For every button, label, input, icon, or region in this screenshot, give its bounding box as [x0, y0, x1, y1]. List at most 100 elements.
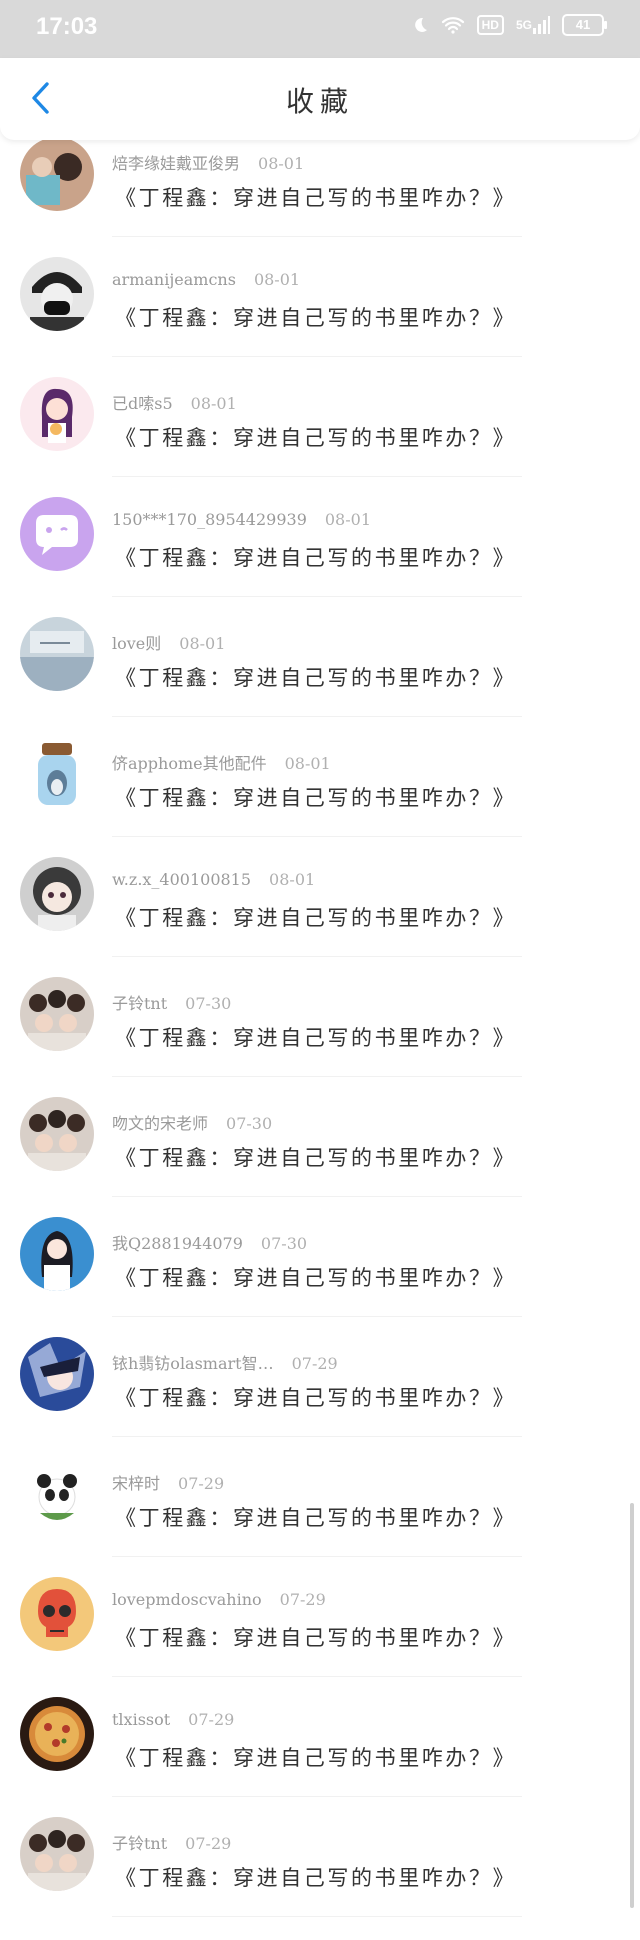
list-item[interactable]: tlxissot 07-29 《丁程鑫：穿进自己写的书里咋办？》	[0, 1697, 640, 1820]
item-meta: love则 08-01	[112, 630, 225, 654]
battery-indicator: 41	[562, 14, 607, 36]
list-item[interactable]: 我Q2881944079 07-30 《丁程鑫：穿进自己写的书里咋办？》	[0, 1217, 640, 1340]
list-item[interactable]: 子铃tnt 07-29 《丁程鑫：穿进自己写的书里咋办？》	[0, 1817, 640, 1940]
favorite-title[interactable]: 《丁程鑫：穿进自己写的书里咋办？》	[115, 1022, 516, 1052]
favorite-title[interactable]: 《丁程鑫：穿进自己写的书里咋办？》	[115, 1502, 516, 1532]
divider	[112, 1916, 522, 1917]
avatar[interactable]	[20, 737, 94, 811]
favorite-title[interactable]: 《丁程鑫：穿进自己写的书里咋办？》	[115, 302, 516, 332]
avatar[interactable]	[20, 1817, 94, 1891]
divider	[112, 836, 522, 837]
favorite-title[interactable]: 《丁程鑫：穿进自己写的书里咋办？》	[115, 542, 516, 572]
item-meta: 子铃tnt 07-30	[112, 990, 231, 1014]
moon-icon	[411, 16, 429, 34]
wifi-icon	[441, 16, 465, 34]
date: 07-30	[226, 1114, 273, 1133]
date: 08-01	[190, 394, 237, 413]
date: 08-01	[179, 634, 226, 653]
favorite-title[interactable]: 《丁程鑫：穿进自己写的书里咋办？》	[115, 662, 516, 692]
list-item[interactable]: armanijeamcns 08-01 《丁程鑫：穿进自己写的书里咋办？》	[0, 257, 640, 380]
favorite-title[interactable]: 《丁程鑫：穿进自己写的书里咋办？》	[115, 422, 516, 452]
username[interactable]: 子铃tnt	[112, 1834, 167, 1853]
avatar[interactable]	[20, 257, 94, 331]
divider	[112, 1076, 522, 1077]
username[interactable]: 宋梓时	[112, 1474, 160, 1493]
username[interactable]: 已d嗦s5	[112, 394, 173, 413]
date: 07-29	[185, 1834, 232, 1853]
avatar[interactable]	[20, 1577, 94, 1651]
date: 07-30	[260, 1234, 308, 1253]
item-meta: 已d嗦s5 08-01	[112, 390, 237, 414]
divider	[112, 1556, 522, 1557]
avatar[interactable]	[20, 137, 94, 211]
avatar[interactable]	[20, 617, 94, 691]
item-meta: 150***170_8954429939 08-01	[112, 510, 371, 529]
item-meta: armanijeamcns 08-01	[112, 270, 300, 289]
scrollbar[interactable]	[630, 1503, 634, 1908]
favorite-title[interactable]: 《丁程鑫：穿进自己写的书里咋办？》	[115, 782, 516, 812]
list-item[interactable]: 子铃tnt 07-30 《丁程鑫：穿进自己写的书里咋办？》	[0, 977, 640, 1100]
list-item[interactable]: love则 08-01 《丁程鑫：穿进自己写的书里咋办？》	[0, 617, 640, 740]
divider	[112, 476, 522, 477]
username[interactable]: 侪apphome其他配件	[112, 754, 267, 773]
username[interactable]: w.z.x_400100815	[112, 870, 251, 889]
hd-badge: HD	[476, 15, 504, 35]
favorite-title[interactable]: 《丁程鑫：穿进自己写的书里咋办？》	[115, 1142, 516, 1172]
list-item[interactable]: 宋梓时 07-29 《丁程鑫：穿进自己写的书里咋办？》	[0, 1457, 640, 1580]
favorite-title[interactable]: 《丁程鑫：穿进自己写的书里咋办？》	[115, 902, 516, 932]
username[interactable]: lovepmdoscvahino	[112, 1590, 262, 1609]
item-meta: lovepmdoscvahino 07-29	[112, 1590, 326, 1609]
avatar[interactable]	[20, 497, 94, 571]
favorite-title[interactable]: 《丁程鑫：穿进自己写的书里咋办？》	[115, 1862, 516, 1892]
list-item[interactable]: 焙李缘娃戴亚俊男 08-01 《丁程鑫：穿进自己写的书里咋办？》	[0, 137, 640, 260]
avatar[interactable]	[20, 1217, 94, 1291]
favorite-title[interactable]: 《丁程鑫：穿进自己写的书里咋办？》	[115, 1742, 516, 1772]
date: 07-29	[291, 1354, 338, 1373]
list-item[interactable]: 侪apphome其他配件 08-01 《丁程鑫：穿进自己写的书里咋办？》	[0, 737, 640, 860]
favorite-title[interactable]: 《丁程鑫：穿进自己写的书里咋办？》	[115, 1382, 516, 1412]
avatar[interactable]	[20, 1457, 94, 1531]
date: 08-01	[324, 510, 371, 529]
divider	[112, 1796, 522, 1797]
avatar[interactable]	[20, 1697, 94, 1771]
list-item[interactable]: 吻文的宋老师 07-30 《丁程鑫：穿进自己写的书里咋办？》	[0, 1097, 640, 1220]
favorite-title[interactable]: 《丁程鑫：穿进自己写的书里咋办？》	[115, 1622, 516, 1652]
list-item[interactable]: 150***170_8954429939 08-01 《丁程鑫：穿进自己写的书里咋办…	[0, 497, 640, 620]
username[interactable]: 150***170_8954429939	[112, 510, 307, 529]
avatar[interactable]	[20, 1337, 94, 1411]
favorite-title[interactable]: 《丁程鑫：穿进自己写的书里咋办？》	[115, 1262, 516, 1292]
item-meta: 侪apphome其他配件 08-01	[112, 750, 331, 774]
divider	[112, 1436, 522, 1437]
page-title: 收藏	[285, 85, 354, 118]
username[interactable]: love则	[112, 634, 161, 653]
date: 08-01	[253, 270, 301, 289]
username[interactable]: 子铃tnt	[112, 994, 167, 1013]
divider	[112, 596, 522, 597]
item-meta: w.z.x_400100815 08-01	[112, 870, 315, 889]
username[interactable]: 我Q2881944079	[112, 1234, 243, 1253]
item-meta: 宋梓时 07-29	[112, 1470, 224, 1494]
username[interactable]: 吻文的宋老师	[112, 1114, 208, 1133]
favorite-title[interactable]: 《丁程鑫：穿进自己写的书里咋办？》	[115, 182, 516, 212]
date: 07-30	[185, 994, 232, 1013]
status-icons: HD 5G 41	[411, 14, 607, 36]
divider	[112, 1676, 522, 1677]
list-item[interactable]: w.z.x_400100815 08-01 《丁程鑫：穿进自己写的书里咋办？》	[0, 857, 640, 980]
avatar[interactable]	[20, 977, 94, 1051]
username[interactable]: 焙李缘娃戴亚俊男	[112, 154, 240, 173]
item-meta: tlxissot 07-29	[112, 1710, 234, 1729]
username[interactable]: 铱h翡钫olasmart智…	[112, 1354, 274, 1373]
divider	[112, 1196, 522, 1197]
username[interactable]: armanijeamcns	[112, 270, 236, 289]
avatar[interactable]	[20, 857, 94, 931]
avatar[interactable]	[20, 1097, 94, 1171]
item-meta: 子铃tnt 07-29	[112, 1830, 231, 1854]
username[interactable]: tlxissot	[112, 1710, 170, 1729]
item-meta: 焙李缘娃戴亚俊男 08-01	[112, 150, 304, 174]
avatar[interactable]	[20, 377, 94, 451]
list-item[interactable]: 已d嗦s5 08-01 《丁程鑫：穿进自己写的书里咋办？》	[0, 377, 640, 500]
date: 07-29	[178, 1474, 225, 1493]
list-item[interactable]: 铱h翡钫olasmart智… 07-29 《丁程鑫：穿进自己写的书里咋办？》	[0, 1337, 640, 1460]
divider	[112, 356, 522, 357]
list-item[interactable]: lovepmdoscvahino 07-29 《丁程鑫：穿进自己写的书里咋办？》	[0, 1577, 640, 1700]
